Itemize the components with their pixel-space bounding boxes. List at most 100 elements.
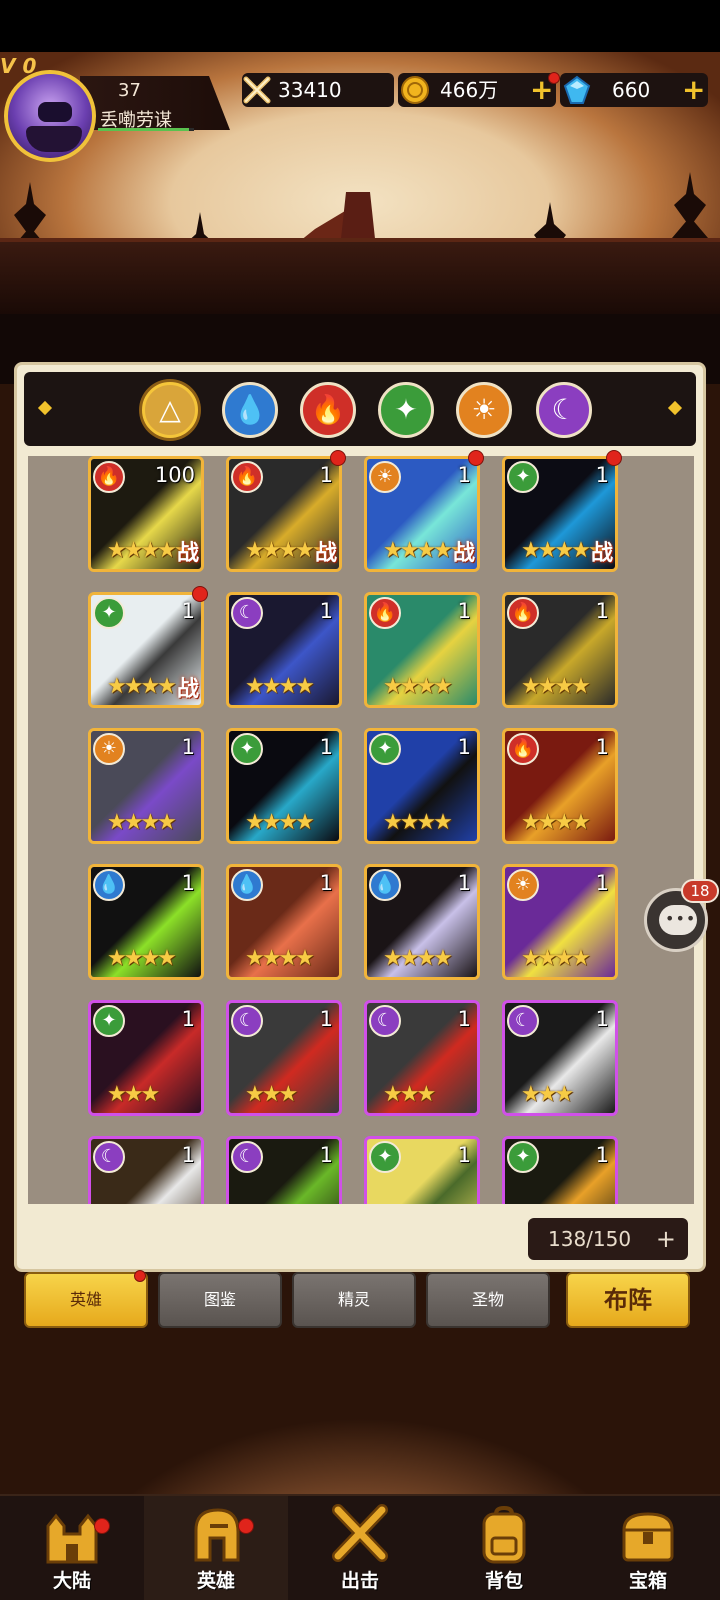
in-battle-tag: 战 <box>314 541 337 566</box>
status-strip <box>0 0 720 52</box>
nav-chest[interactable]: 宝箱 <box>576 1496 720 1600</box>
wind-element-icon: ✦ <box>394 393 418 426</box>
add-gems-button[interactable]: + <box>682 73 705 107</box>
hero-card[interactable]: ✦1★★★ <box>364 1136 480 1204</box>
hero-level: 1 <box>595 735 609 759</box>
hero-card[interactable]: ☾1★★★ <box>88 1136 204 1204</box>
in-battle-tag: 战 <box>176 677 199 702</box>
banner-ground <box>0 238 720 314</box>
hero-card[interactable]: 💧 1 ★★★★ <box>226 864 342 980</box>
sun-element-icon: ☀ <box>369 461 401 493</box>
notification-dot <box>548 72 560 84</box>
hero-card[interactable]: 🔥 1 ★★★★ <box>364 592 480 708</box>
wind-element-icon: ✦ <box>507 1141 539 1173</box>
element-filter-water[interactable]: 💧 <box>222 382 278 438</box>
chat-dots: ••• <box>665 909 697 928</box>
hero-star-rating: ★★★★ <box>521 946 591 971</box>
hero-level: 1 <box>319 599 333 623</box>
nav-continent[interactable]: 大陆 <box>0 1496 144 1600</box>
hero-card[interactable]: 🔥 100 ★★★★★ 战 <box>88 456 204 572</box>
dark-element-icon: ☾ <box>369 1005 401 1037</box>
hero-card[interactable]: ✦ 1 ★★★★ <box>364 728 480 844</box>
hero-grid[interactable]: 🔥 100 ★★★★★ 战 🔥 1 ★★★★★ 战 ☀ 1 ★★★★★ 战 ✦ 1 ★★★★★ 战 ✦ 1 ★★★★… <box>28 456 694 1204</box>
hero-card[interactable]: ☀ 1 ★★★★ <box>88 728 204 844</box>
hero-level: 1 <box>595 871 609 895</box>
sun-element-icon: ☀ <box>471 393 497 426</box>
hero-level: 1 <box>457 1143 471 1167</box>
castle-icon <box>46 1513 98 1564</box>
water-element-icon: 💧 <box>369 869 401 901</box>
tab-relic[interactable]: 圣物 <box>426 1272 550 1328</box>
hero-star-rating: ★★★★ <box>521 674 591 699</box>
hero-level: 1 <box>181 1007 195 1031</box>
hero-card[interactable]: ☾1★★★ <box>226 1136 342 1204</box>
hero-star-rating: ★★★★ <box>245 674 315 699</box>
notification-dot <box>134 1270 146 1282</box>
tab-spirit[interactable]: 精灵 <box>292 1272 416 1328</box>
hero-card[interactable]: ✦1★★★ <box>502 1136 618 1204</box>
hero-card[interactable]: 💧 1 ★★★★ <box>88 864 204 980</box>
notification-dot <box>94 1518 110 1534</box>
water-element-icon: 💧 <box>232 393 268 426</box>
hero-card[interactable]: ☾1★★★ <box>364 1000 480 1116</box>
avatar-mask <box>26 126 82 152</box>
nav-bag-label: 背包 <box>484 1570 523 1592</box>
dark-element-icon: ☾ <box>551 393 577 426</box>
fire-element-icon: 🔥 <box>93 461 125 493</box>
xp-bar-fill <box>98 128 190 131</box>
hero-star-rating: ★★★★ <box>383 946 453 971</box>
hero-card[interactable]: 🔥 1 ★★★★ <box>502 728 618 844</box>
hero-level: 1 <box>457 599 471 623</box>
nav-chest-label: 宝箱 <box>628 1570 667 1592</box>
nav-battle[interactable]: 出击 <box>288 1496 432 1600</box>
tab-heroes[interactable]: 英雄 <box>24 1272 148 1328</box>
hero-card[interactable]: 🔥 1 ★★★★ <box>502 592 618 708</box>
hero-card[interactable]: ✦1★★★ <box>88 1000 204 1116</box>
player-avatar[interactable] <box>4 70 96 162</box>
hero-capacity[interactable]: 138/150 + <box>528 1218 688 1260</box>
element-filter-light[interactable]: △ <box>142 382 198 438</box>
hero-card[interactable]: ☾1★★★ <box>226 1000 342 1116</box>
dark-element-icon: ☾ <box>231 597 263 629</box>
wind-element-icon: ✦ <box>507 461 539 493</box>
hero-card[interactable]: ✦ 1 ★★★★ 战 <box>88 592 204 708</box>
hero-card[interactable]: 🔥 1 ★★★★★ 战 <box>226 456 342 572</box>
hero-card[interactable]: ☾1★★★ <box>502 1000 618 1116</box>
light-element-icon: △ <box>159 393 181 426</box>
notification-dot <box>468 450 484 466</box>
water-element-icon: 💧 <box>231 869 263 901</box>
element-filter-fire[interactable]: 🔥 <box>300 382 356 438</box>
capacity-value: 138/150 <box>548 1227 632 1251</box>
fire-element-icon: 🔥 <box>231 461 263 493</box>
nav-heroes[interactable]: 英雄 <box>144 1496 288 1600</box>
hero-star-rating: ★★★★ <box>521 810 591 835</box>
backpack-icon <box>482 1505 526 1564</box>
hero-card[interactable]: 💧 1 ★★★★ <box>364 864 480 980</box>
hero-level: 1 <box>181 871 195 895</box>
nav-bag[interactable]: 背包 <box>432 1496 576 1600</box>
hero-card[interactable]: ☀ 1 ★★★★★ 战 <box>364 456 480 572</box>
wind-element-icon: ✦ <box>369 733 401 765</box>
power-display: 33410 <box>242 73 394 107</box>
chat-button[interactable]: ••• 18 <box>644 879 719 952</box>
tab-codex[interactable]: 图鉴 <box>158 1272 282 1328</box>
water-element-icon: 💧 <box>93 869 125 901</box>
hero-star-rating: ★★★★ <box>107 674 177 699</box>
avatar-face <box>38 102 72 122</box>
gold-display: 466万 + <box>398 73 556 107</box>
hero-card[interactable]: ✦ 1 ★★★★ <box>226 728 342 844</box>
hero-level: 1 <box>319 735 333 759</box>
formation-button[interactable]: 布阵 <box>566 1272 690 1328</box>
hero-level: 1 <box>595 1143 609 1167</box>
wind-element-icon: ✦ <box>231 733 263 765</box>
gem-value: 660 <box>612 78 651 102</box>
hero-card[interactable]: ☀ 1 ★★★★ <box>502 864 618 980</box>
hero-card[interactable]: ✦ 1 ★★★★★ 战 <box>502 456 618 572</box>
hero-card[interactable]: ☾ 1 ★★★★ <box>226 592 342 708</box>
hero-level: 1 <box>319 1007 333 1031</box>
fire-element-icon: 🔥 <box>507 733 539 765</box>
element-filter-wind[interactable]: ✦ <box>378 382 434 438</box>
element-filter-sun[interactable]: ☀ <box>456 382 512 438</box>
expand-capacity-button[interactable]: + <box>656 1218 676 1260</box>
element-filter-dark[interactable]: ☾ <box>536 382 592 438</box>
